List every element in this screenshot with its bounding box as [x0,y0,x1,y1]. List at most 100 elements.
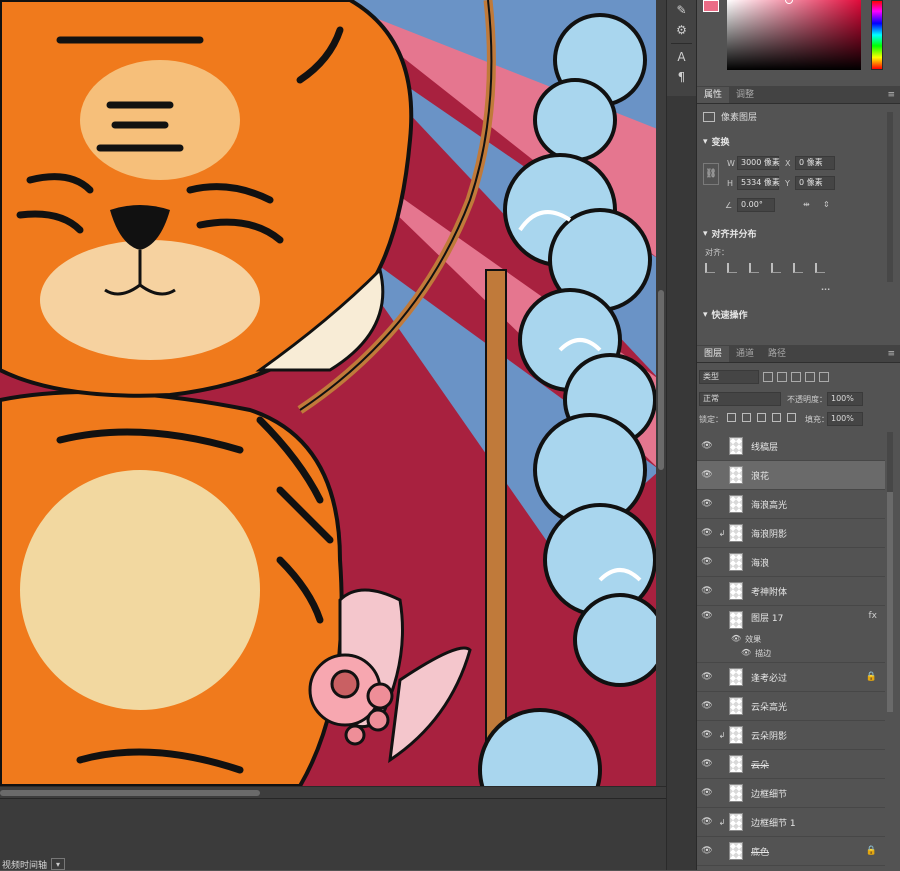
tab-adjustments[interactable]: 调整 [729,87,761,103]
x-field[interactable]: 0 像素 [795,156,835,170]
flip-horizontal-icon[interactable]: ⇹ [803,200,810,209]
eye-icon[interactable]: 👁 [697,759,717,769]
layer-row[interactable]: 👁 图层 17 fx 👁 效果 👁 描边 [697,606,885,663]
tab-layers[interactable]: 图层 [697,346,730,362]
layer-row[interactable]: 👁 逢考必过 🔒 [697,663,885,692]
lock-all-icon[interactable] [787,413,796,422]
panel-menu-icon[interactable]: ≡ [887,87,895,103]
lock-icon: 🔒 [865,672,877,682]
layer-name: 逢考必过 [751,673,788,684]
align-top-icon[interactable] [771,263,781,273]
layer-row[interactable]: 👁 ↲ 海浪阴影 [697,519,885,548]
layer-name: 云朵 [751,760,770,771]
tab-properties[interactable]: 属性 [697,87,730,103]
blend-mode-select[interactable]: 正常 [699,392,781,406]
layers-scrollbar[interactable] [887,432,893,712]
properties-body: 像素图层 ▾ 变换 ⛓ W 3000 像素 X 0 像素 H 5334 像素 Y… [697,105,900,333]
eye-icon[interactable]: 👁 [697,846,717,856]
properties-scrollbar[interactable] [887,112,893,282]
filter-kind-select[interactable]: 类型 [699,370,759,384]
layer-name: 海浪阴影 [751,529,788,540]
align-left-icon[interactable] [705,263,715,273]
canvas-vertical-scrollbar[interactable] [656,0,666,786]
align-center-h-icon[interactable] [727,263,737,273]
layer-row[interactable]: 👁 底色 🔒 [697,837,885,866]
layer-row[interactable]: 👁 考神附体 [697,577,885,606]
layer-row[interactable]: 👁 边框细节 [697,779,885,808]
eye-icon[interactable]: 👁 [731,634,741,645]
layer-thumbnail [729,842,743,860]
layer-row[interactable]: 👁 ↲ 边框细节 1 [697,808,885,837]
timeline-label[interactable]: 视频时间轴 [2,858,47,871]
height-field[interactable]: 5334 像素 [737,176,780,190]
lock-transparent-icon[interactable] [727,413,736,422]
canvas-horizontal-scrollbar[interactable] [0,786,666,798]
fx-badge[interactable]: fx [869,611,878,621]
tab-paths[interactable]: 路径 [761,346,793,362]
document-canvas[interactable] [0,0,656,786]
lock-label: 锁定： [699,415,723,424]
tab-channels[interactable]: 通道 [729,346,761,362]
eye-icon[interactable]: 👁 [697,817,717,827]
align-bottom-icon[interactable] [815,263,825,273]
layer-thumbnail [729,726,743,744]
filter-smart-object-icon[interactable] [819,372,829,382]
eye-icon[interactable]: 👁 [697,672,717,682]
paragraph-icon[interactable]: ¶ [667,67,696,87]
layer-row[interactable]: 👁 ↲ 云朵阴影 [697,721,885,750]
eye-icon[interactable]: 👁 [697,788,717,798]
effects-row[interactable]: 👁 效果 [731,634,761,645]
effect-stroke-row[interactable]: 👁 描边 [741,648,771,659]
w-label: W [727,159,735,168]
eye-icon[interactable]: 👁 [697,528,717,538]
character-icon[interactable]: A [667,47,696,67]
width-field[interactable]: 3000 像素 [737,156,780,170]
foreground-color-swatch[interactable] [703,0,719,12]
eye-icon[interactable]: 👁 [697,586,717,596]
y-field[interactable]: 0 像素 [795,176,835,190]
eye-icon[interactable]: 👁 [697,499,717,509]
layer-row[interactable]: 👁 云朵 [697,750,885,779]
color-picker-cursor[interactable] [785,0,793,4]
hue-slider[interactable] [871,0,883,70]
eye-icon[interactable]: 👁 [697,730,717,740]
fill-field[interactable]: 100% [827,412,863,426]
eye-icon[interactable]: 👁 [697,701,717,711]
angle-field[interactable]: 0.00° [737,198,775,212]
quick-actions-header[interactable]: ▾ 快速操作 [703,308,748,322]
filter-shape-icon[interactable] [805,372,815,382]
eye-icon[interactable]: 👁 [697,611,717,621]
filter-adjustment-icon[interactable] [777,372,787,382]
lock-image-icon[interactable] [742,413,751,422]
layer-row-selected[interactable]: 👁 浪花 [697,461,885,490]
panel-menu-icon[interactable]: ≡ [887,346,895,362]
transform-section-header[interactable]: ▾ 变换 [703,135,730,149]
layer-row[interactable]: 👁 海浪 [697,548,885,577]
adjustments-icon[interactable]: ⚙ [667,20,696,40]
link-icon[interactable]: ⛓ [703,163,719,185]
layer-row[interactable]: 👁 云朵高光 [697,692,885,721]
layer-name: 图层 17 [751,614,784,624]
layer-row[interactable]: 👁 线稿层 [697,432,885,461]
lock-position-icon[interactable] [757,413,766,422]
filter-type-icon[interactable] [791,372,801,382]
panel-tool-strip: ✎ ⚙ A ¶ [666,0,696,96]
chevron-down-icon[interactable]: ▾ [51,858,66,870]
more-align-options[interactable]: ... [821,283,830,292]
effects-label: 效果 [745,635,762,644]
color-picker-field[interactable] [727,0,861,70]
eye-icon[interactable]: 👁 [697,470,717,480]
eye-icon[interactable]: 👁 [697,441,717,451]
lock-artboard-icon[interactable] [772,413,781,422]
align-section-header[interactable]: ▾ 对齐并分布 [703,227,757,241]
angle-icon: ∠ [725,201,733,210]
align-center-v-icon[interactable] [793,263,803,273]
opacity-field[interactable]: 100% [827,392,863,406]
flip-vertical-icon[interactable]: ⇕ [823,200,830,209]
align-right-icon[interactable] [749,263,759,273]
layer-row[interactable]: 👁 海浪高光 [697,490,885,519]
brush-icon[interactable]: ✎ [667,0,696,20]
eye-icon[interactable]: 👁 [741,648,751,659]
eye-icon[interactable]: 👁 [697,557,717,567]
filter-pixel-icon[interactable] [763,372,773,382]
